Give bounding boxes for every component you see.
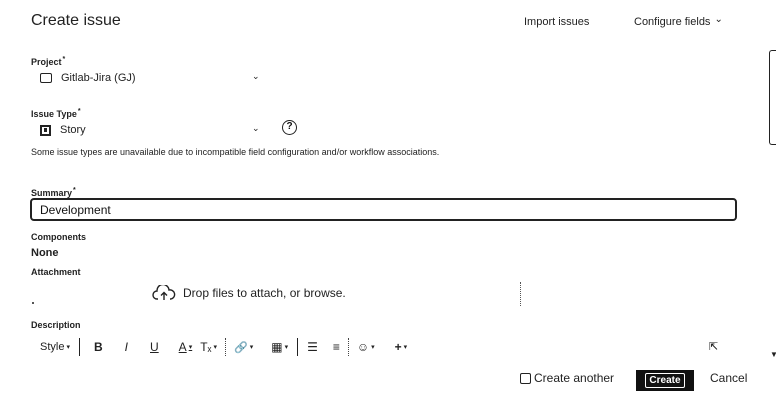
required-mark: * bbox=[77, 108, 81, 115]
import-issues-link[interactable]: Import issues bbox=[524, 16, 589, 28]
configure-fields-button[interactable]: Configure fields ⌄ bbox=[634, 14, 723, 28]
issue-type-value: Story bbox=[60, 124, 86, 136]
plus-icon: + bbox=[394, 340, 402, 354]
create-another-label: Create another bbox=[534, 371, 615, 385]
create-another-toggle[interactable]: Create another bbox=[520, 371, 614, 385]
toolbar-divider bbox=[225, 338, 226, 356]
editor-toolbar: Style ▾ B I U A ▾ Tₓ ▾ 🔗 ▾ ▦ ▾ ☰ ≡ ☺ ▾ + ▾ bbox=[40, 337, 407, 357]
clear-format-icon: Tₓ bbox=[200, 340, 212, 354]
components-label: Components bbox=[31, 232, 86, 242]
issue-type-note: Some issue types are unavailable due to … bbox=[31, 147, 440, 157]
toolbar-divider bbox=[347, 338, 349, 356]
components-value[interactable]: None bbox=[31, 247, 59, 259]
description-label: Description bbox=[31, 320, 81, 330]
bold-button[interactable]: B bbox=[94, 340, 103, 354]
summary-label: Summary* bbox=[31, 187, 76, 198]
project-icon bbox=[40, 73, 52, 83]
configure-fields-label: Configure fields bbox=[634, 16, 711, 28]
chevron-down-icon: ⌄ bbox=[252, 71, 260, 81]
project-label-text: Project bbox=[31, 57, 62, 67]
text-style-dropdown[interactable]: Style ▾ bbox=[40, 341, 70, 353]
numbered-list-button[interactable]: ≡ bbox=[333, 340, 340, 354]
text-style-label: Style bbox=[40, 341, 65, 353]
more-formatting-button[interactable]: Tₓ ▾ bbox=[200, 340, 217, 354]
link-button[interactable]: 🔗 ▾ bbox=[234, 341, 253, 354]
issue-type-label: Issue Type* bbox=[31, 108, 81, 119]
collapse-toolbar-icon[interactable]: ⇱ bbox=[709, 340, 718, 353]
italic-button[interactable]: I bbox=[125, 340, 128, 354]
summary-input[interactable] bbox=[30, 198, 737, 221]
summary-label-text: Summary bbox=[31, 188, 73, 198]
project-label: Project* bbox=[31, 56, 65, 67]
attachment-dropzone[interactable]: Drop files to attach, or browse. bbox=[152, 285, 346, 301]
dropzone-divider bbox=[520, 282, 521, 306]
dialog-title: Create issue bbox=[31, 12, 121, 29]
dropzone-text: Drop files to attach, or browse. bbox=[183, 286, 346, 300]
toolbar-divider bbox=[78, 338, 80, 356]
chevron-down-icon: ▾ bbox=[213, 344, 217, 351]
required-mark: * bbox=[62, 56, 66, 63]
project-value: Gitlab-Jira (GJ) bbox=[61, 72, 136, 84]
chevron-down-icon: ▾ bbox=[371, 344, 375, 351]
attachment-label: Attachment bbox=[31, 267, 81, 277]
help-icon[interactable]: ? bbox=[282, 120, 297, 135]
dropzone-edge bbox=[32, 302, 34, 304]
bullet-list-button[interactable]: ☰ bbox=[307, 340, 318, 354]
underline-button[interactable]: U bbox=[150, 340, 159, 354]
chevron-down-icon: ▾ bbox=[403, 344, 408, 351]
chevron-down-icon: ⌄ bbox=[252, 123, 260, 133]
chevron-down-icon: ▾ bbox=[249, 344, 254, 351]
project-select[interactable]: Gitlab-Jira (GJ) ⌄ bbox=[40, 71, 270, 85]
scroll-down-arrow-icon[interactable]: ▼ bbox=[770, 350, 776, 359]
issue-type-select[interactable]: Story ⌄ bbox=[40, 123, 270, 137]
create-another-checkbox[interactable] bbox=[520, 372, 531, 384]
create-button[interactable]: Create bbox=[636, 370, 694, 391]
required-mark: * bbox=[73, 187, 76, 194]
insert-button[interactable]: + ▾ bbox=[395, 340, 408, 354]
create-button-label: Create bbox=[645, 373, 685, 388]
table-icon: ▦ bbox=[271, 340, 283, 354]
link-icon: 🔗 bbox=[234, 341, 248, 354]
story-icon bbox=[40, 124, 51, 136]
emoji-icon: ☺ bbox=[356, 340, 370, 354]
text-color-button[interactable]: A ▾ bbox=[179, 340, 193, 354]
cancel-button[interactable]: Cancel bbox=[710, 371, 747, 385]
upload-cloud-icon bbox=[152, 285, 176, 300]
scrollbar-thumb[interactable] bbox=[769, 50, 776, 145]
toolbar-divider bbox=[297, 338, 299, 356]
table-button[interactable]: ▦ ▾ bbox=[271, 340, 288, 354]
issue-type-label-text: Issue Type bbox=[31, 109, 77, 119]
chevron-down-icon: ▾ bbox=[66, 344, 70, 351]
chevron-down-icon: ▾ bbox=[188, 344, 193, 351]
emoji-button[interactable]: ☺ ▾ bbox=[357, 340, 375, 354]
text-color-icon: A bbox=[178, 340, 187, 354]
chevron-down-icon: ⌄ bbox=[714, 14, 723, 25]
chevron-down-icon: ▾ bbox=[284, 344, 289, 351]
